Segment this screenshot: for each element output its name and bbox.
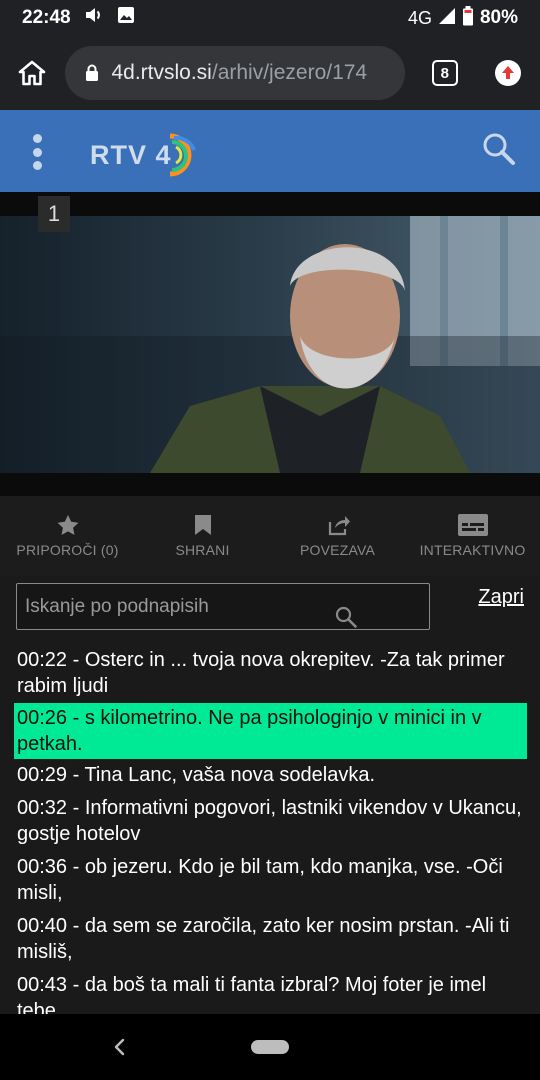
subtitle-line[interactable]: 00:40 - da sem se zaročila, zato ker nos… [0, 910, 540, 969]
address-bar[interactable]: 4d.rtvslo.si/arhiv/jezero/174 [65, 46, 406, 100]
subtitle-line[interactable]: 00:22 - Osterc in ... tvoja nova okrepit… [0, 644, 540, 703]
tab-switcher-button[interactable]: 8 [413, 36, 476, 110]
video-player[interactable]: 1 [0, 192, 540, 496]
interactive-button[interactable]: INTERAKTIVNO [405, 496, 540, 576]
share-icon [328, 516, 350, 536]
interactive-label: INTERAKTIVNO [419, 542, 526, 558]
link-button[interactable]: POVEZAVA [270, 496, 405, 576]
update-icon [495, 60, 522, 86]
gallery-icon [117, 6, 135, 30]
star-icon [57, 515, 78, 535]
video-still-image [0, 216, 540, 473]
home-icon [18, 60, 46, 86]
subtitles-icon [457, 514, 488, 536]
subtitle-line-active[interactable]: 00:26 - s kilometrino. Ne pa psihologinj… [14, 703, 527, 759]
status-bar: 22:48 4G 80% [0, 0, 540, 36]
subtitle-search-placeholder: Iskanje po podnapisih [25, 596, 209, 617]
url-path: /arhiv/jezero/174 [211, 61, 368, 84]
rtv4-logo[interactable]: RTV 4 [90, 132, 200, 178]
channel-badge: 1 [38, 196, 70, 232]
menu-kebab-icon[interactable] [28, 134, 46, 170]
save-label: SHRANI [175, 542, 230, 558]
search-icon [483, 133, 515, 165]
subtitle-line[interactable]: 00:36 - ob jezeru. Kdo je bil tam, kdo m… [0, 851, 540, 910]
tab-count: 8 [431, 60, 458, 86]
lock-icon [85, 64, 99, 82]
battery-icon [462, 5, 474, 31]
subtitles-panel: Iskanje po podnapisih Zapri 00:22 - Oste… [0, 576, 540, 1014]
recommend-label: PRIPOROČI (0) [16, 542, 119, 558]
subtitle-list: 00:22 - Osterc in ... tvoja nova okrepit… [0, 644, 540, 1014]
save-button[interactable]: SHRANI [135, 496, 270, 576]
subtitle-line[interactable]: 00:29 - Tina Lanc, vaša nova sodelavka. [0, 759, 540, 792]
site-header: RTV 4 [0, 110, 540, 192]
video-actions: PRIPOROČI (0) SHRANI POVEZAVA INTERAKTIV… [0, 496, 540, 576]
status-time: 22:48 [22, 7, 71, 28]
subtitle-search-input[interactable]: Iskanje po podnapisih [16, 583, 430, 630]
url-text: 4d.rtvslo.si/arhiv/jezero/174 [111, 61, 367, 85]
back-icon[interactable] [110, 1036, 130, 1058]
subtitle-line[interactable]: 00:32 - Informativni pogovori, lastniki … [0, 792, 540, 851]
search-icon[interactable] [335, 606, 357, 628]
recommend-button[interactable]: PRIPOROČI (0) [0, 496, 135, 576]
battery-percent: 80% [479, 7, 518, 28]
browser-toolbar: 4d.rtvslo.si/arhiv/jezero/174 8 [0, 36, 540, 110]
volume-icon [85, 7, 103, 29]
bookmark-icon [194, 515, 211, 535]
url-host: 4d.rtvslo.si [111, 61, 212, 84]
logo-text: RTV 4 [90, 139, 172, 170]
home-pill[interactable] [251, 1040, 289, 1054]
update-button[interactable] [477, 36, 540, 110]
network-type: 4G [407, 7, 432, 28]
link-label: POVEZAVA [300, 542, 375, 558]
search-button[interactable] [482, 132, 522, 172]
logo-ring-icon [169, 133, 196, 177]
system-nav-bar [0, 1014, 540, 1080]
subtitle-line[interactable]: 00:43 - da boš ta mali ti fanta izbral? … [0, 969, 540, 1014]
video-frame[interactable] [0, 216, 540, 473]
close-link[interactable]: Zapri [478, 586, 524, 609]
home-button[interactable] [0, 36, 63, 110]
signal-icon [438, 7, 456, 30]
